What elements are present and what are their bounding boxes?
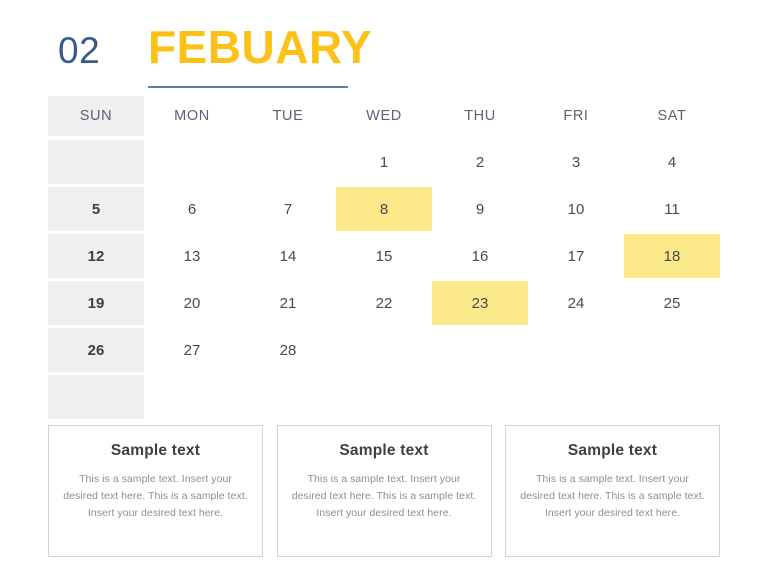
note-box-body: This is a sample text. Insert your desir… <box>291 473 477 519</box>
day-cell[interactable] <box>144 140 240 184</box>
note-box[interactable]: Sample text This is a sample text. Inser… <box>276 425 492 557</box>
day-cell[interactable]: 19 <box>48 281 144 325</box>
weekday-header-fri: FRI <box>563 108 589 124</box>
day-cell[interactable]: 15 <box>336 234 432 278</box>
day-cell[interactable]: 7 <box>240 187 336 231</box>
note-box-body: This is a sample text. Insert your desir… <box>63 473 248 519</box>
day-cell[interactable]: 3 <box>528 140 624 184</box>
weekday-header-thu: THU <box>464 108 496 124</box>
day-cell[interactable] <box>48 140 144 184</box>
day-cell[interactable]: 6 <box>144 187 240 231</box>
calendar-week-row: 19 20 21 22 23 24 25 <box>48 281 720 325</box>
calendar-week-row <box>48 375 720 419</box>
note-box-title: Sample text <box>567 442 658 459</box>
day-cell[interactable]: 28 <box>240 328 336 372</box>
calendar-week-row: 12 13 14 15 16 17 18 <box>48 234 720 278</box>
day-cell[interactable]: 13 <box>144 234 240 278</box>
day-cell[interactable]: 9 <box>432 187 528 231</box>
calendar-week-row: 1 2 3 4 <box>48 140 720 184</box>
day-cell[interactable] <box>240 140 336 184</box>
day-cell[interactable]: 16 <box>432 234 528 278</box>
day-cell-highlighted[interactable]: 23 <box>432 281 528 325</box>
day-cell[interactable]: 2 <box>432 140 528 184</box>
calendar-grid: SUN MON TUE WED THU FRI SAT 1 2 3 4 5 6 … <box>48 96 720 422</box>
day-cell[interactable] <box>528 328 624 372</box>
day-cell[interactable]: 25 <box>624 281 720 325</box>
weekday-header-sat: SAT <box>657 108 687 124</box>
day-cell[interactable] <box>432 375 528 419</box>
day-cell[interactable] <box>528 375 624 419</box>
weekday-header-sun: SUN <box>48 96 144 136</box>
day-cell[interactable] <box>240 375 336 419</box>
day-cell[interactable] <box>48 375 144 419</box>
day-cell[interactable]: 27 <box>144 328 240 372</box>
weekday-header-mon: MON <box>174 108 210 124</box>
day-cell[interactable]: 12 <box>48 234 144 278</box>
month-name-title: FEBUARY <box>148 21 373 73</box>
day-cell-highlighted[interactable]: 8 <box>336 187 432 231</box>
day-cell[interactable]: 10 <box>528 187 624 231</box>
calendar-header: 02 FEBUARY <box>48 18 720 88</box>
day-cell[interactable] <box>336 328 432 372</box>
calendar-week-row: 26 27 28 <box>48 328 720 372</box>
note-box[interactable]: Sample text This is a sample text. Inser… <box>505 425 720 557</box>
day-cell[interactable] <box>432 328 528 372</box>
day-cell[interactable]: 11 <box>624 187 720 231</box>
note-box-title: Sample text <box>339 442 429 459</box>
day-cell[interactable]: 26 <box>48 328 144 372</box>
day-cell[interactable]: 22 <box>336 281 432 325</box>
day-cell[interactable]: 5 <box>48 187 144 231</box>
day-cell[interactable] <box>336 375 432 419</box>
weekday-header-row: SUN MON TUE WED THU FRI SAT <box>48 96 720 136</box>
weekday-header-tue: TUE <box>272 108 304 124</box>
note-box[interactable]: Sample text This is a sample text. Inser… <box>48 425 263 557</box>
day-cell[interactable] <box>624 375 720 419</box>
day-cell[interactable]: 1 <box>336 140 432 184</box>
calendar-week-row: 5 6 7 8 9 10 11 <box>48 187 720 231</box>
day-cell[interactable]: 17 <box>528 234 624 278</box>
note-box-body: This is a sample text. Insert your desir… <box>520 473 705 519</box>
month-number: 02 <box>58 30 101 71</box>
day-cell-highlighted[interactable]: 18 <box>624 234 720 278</box>
day-cell[interactable] <box>624 328 720 372</box>
day-cell[interactable]: 24 <box>528 281 624 325</box>
day-cell[interactable]: 21 <box>240 281 336 325</box>
title-underline <box>148 86 348 88</box>
day-cell[interactable] <box>144 375 240 419</box>
day-cell[interactable]: 14 <box>240 234 336 278</box>
note-boxes-container: Sample text This is a sample text. Inser… <box>48 425 720 557</box>
day-cell[interactable]: 20 <box>144 281 240 325</box>
day-cell[interactable]: 4 <box>624 140 720 184</box>
weekday-header-wed: WED <box>366 108 402 124</box>
note-box-title: Sample text <box>110 442 201 459</box>
